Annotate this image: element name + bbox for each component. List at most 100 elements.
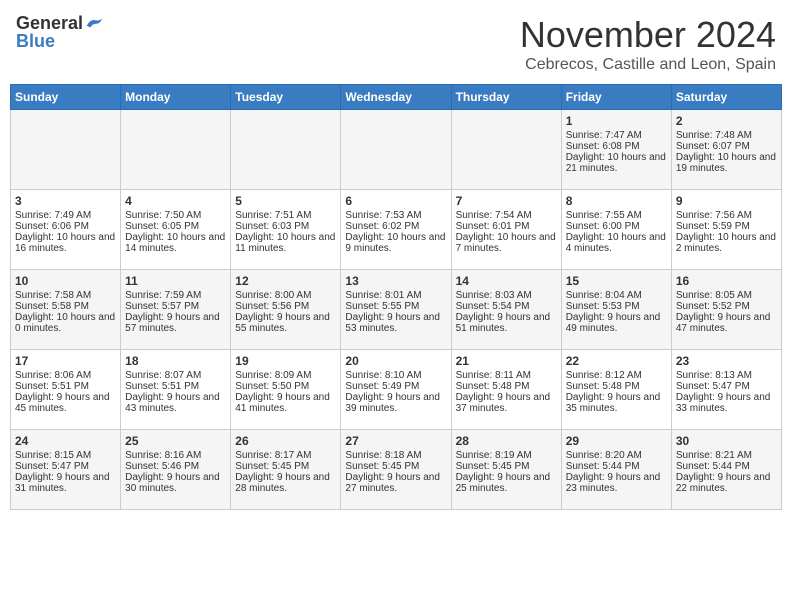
calendar-cell <box>121 110 231 190</box>
day-info: Sunrise: 8:16 AM <box>125 450 226 461</box>
day-info: Sunset: 5:46 PM <box>125 461 226 472</box>
day-number: 16 <box>676 274 777 288</box>
calendar-cell: 24Sunrise: 8:15 AMSunset: 5:47 PMDayligh… <box>11 430 121 510</box>
day-info: Sunset: 6:02 PM <box>345 221 446 232</box>
day-number: 17 <box>15 354 116 368</box>
day-number: 7 <box>456 194 557 208</box>
day-info: Sunrise: 7:53 AM <box>345 210 446 221</box>
title-block: November 2024 Cebrecos, Castille and Leo… <box>520 14 776 74</box>
calendar-cell: 14Sunrise: 8:03 AMSunset: 5:54 PMDayligh… <box>451 270 561 350</box>
calendar-cell: 6 Sunrise: 7:53 AMSunset: 6:02 PMDaylight… <box>341 190 451 270</box>
day-number: 13 <box>345 274 446 288</box>
day-info: Sunset: 5:45 PM <box>456 461 557 472</box>
day-info: Sunrise: 7:58 AM <box>15 290 116 301</box>
day-info: Daylight: 9 hours and 28 minutes. <box>235 472 336 494</box>
calendar-header-row: SundayMondayTuesdayWednesdayThursdayFrid… <box>11 85 782 110</box>
day-info: Daylight: 9 hours and 27 minutes. <box>345 472 446 494</box>
day-info: Sunrise: 7:49 AM <box>15 210 116 221</box>
day-number: 25 <box>125 434 226 448</box>
day-number: 1 <box>566 114 667 128</box>
calendar-cell: 10Sunrise: 7:58 AMSunset: 5:58 PMDayligh… <box>11 270 121 350</box>
calendar-cell <box>451 110 561 190</box>
day-info: Daylight: 10 hours and 14 minutes. <box>125 232 226 254</box>
day-info: Sunset: 6:06 PM <box>15 221 116 232</box>
calendar-cell <box>11 110 121 190</box>
calendar-cell: 28 Sunrise: 8:19 AMSunset: 5:45 PMDayligh… <box>451 430 561 510</box>
page-header: General Blue November 2024 Cebrecos, Cas… <box>10 10 782 78</box>
day-info: Sunrise: 8:18 AM <box>345 450 446 461</box>
day-number: 15 <box>566 274 667 288</box>
day-number: 8 <box>566 194 667 208</box>
day-info: Sunrise: 8:05 AM <box>676 290 777 301</box>
day-info: Sunrise: 7:50 AM <box>125 210 226 221</box>
calendar-cell: 23Sunrise: 8:13 AMSunset: 5:47 PMDayligh… <box>671 350 781 430</box>
calendar-cell: 11Sunrise: 7:59 AMSunset: 5:57 PMDayligh… <box>121 270 231 350</box>
day-info: Daylight: 10 hours and 7 minutes. <box>456 232 557 254</box>
day-info: Daylight: 9 hours and 43 minutes. <box>125 392 226 414</box>
day-info: Sunrise: 8:19 AM <box>456 450 557 461</box>
logo-blue-text: Blue <box>16 32 55 50</box>
day-info: Daylight: 9 hours and 22 minutes. <box>676 472 777 494</box>
day-info: Sunrise: 7:51 AM <box>235 210 336 221</box>
day-info: Sunset: 6:03 PM <box>235 221 336 232</box>
month-title: November 2024 <box>520 14 776 56</box>
day-info: Daylight: 9 hours and 23 minutes. <box>566 472 667 494</box>
day-number: 28 <box>456 434 557 448</box>
calendar-cell: 5Sunrise: 7:51 AMSunset: 6:03 PMDaylight… <box>231 190 341 270</box>
calendar-cell: 26Sunrise: 8:17 AMSunset: 5:45 PMDayligh… <box>231 430 341 510</box>
calendar-week-5: 24Sunrise: 8:15 AMSunset: 5:47 PMDayligh… <box>11 430 782 510</box>
column-header-friday: Friday <box>561 85 671 110</box>
day-number: 6 <box>345 194 446 208</box>
day-info: Sunrise: 8:06 AM <box>15 370 116 381</box>
day-number: 3 <box>15 194 116 208</box>
calendar-cell: 19Sunrise: 8:09 AMSunset: 5:50 PMDayligh… <box>231 350 341 430</box>
day-number: 2 <box>676 114 777 128</box>
day-info: Sunrise: 8:01 AM <box>345 290 446 301</box>
day-info: Daylight: 9 hours and 39 minutes. <box>345 392 446 414</box>
day-info: Daylight: 10 hours and 9 minutes. <box>345 232 446 254</box>
day-info: Daylight: 9 hours and 31 minutes. <box>15 472 116 494</box>
day-info: Sunset: 6:07 PM <box>676 141 777 152</box>
calendar-cell: 27 Sunrise: 8:18 AMSunset: 5:45 PMDayligh… <box>341 430 451 510</box>
day-info: Sunset: 5:47 PM <box>15 461 116 472</box>
day-info: Daylight: 10 hours and 16 minutes. <box>15 232 116 254</box>
day-info: Daylight: 9 hours and 35 minutes. <box>566 392 667 414</box>
calendar-week-2: 3Sunrise: 7:49 AMSunset: 6:06 PMDaylight… <box>11 190 782 270</box>
day-info: Daylight: 10 hours and 0 minutes. <box>15 312 116 334</box>
calendar-cell: 15Sunrise: 8:04 AMSunset: 5:53 PMDayligh… <box>561 270 671 350</box>
day-info: Sunrise: 8:04 AM <box>566 290 667 301</box>
day-info: Daylight: 9 hours and 25 minutes. <box>456 472 557 494</box>
calendar-week-3: 10Sunrise: 7:58 AMSunset: 5:58 PMDayligh… <box>11 270 782 350</box>
day-info: Sunrise: 8:20 AM <box>566 450 667 461</box>
day-info: Sunrise: 8:12 AM <box>566 370 667 381</box>
day-info: Sunset: 6:05 PM <box>125 221 226 232</box>
day-info: Sunset: 5:49 PM <box>345 381 446 392</box>
calendar-cell: 2Sunrise: 7:48 AMSunset: 6:07 PMDaylight… <box>671 110 781 190</box>
column-header-thursday: Thursday <box>451 85 561 110</box>
day-info: Sunset: 5:58 PM <box>15 301 116 312</box>
day-info: Daylight: 9 hours and 41 minutes. <box>235 392 336 414</box>
day-number: 22 <box>566 354 667 368</box>
calendar-cell <box>231 110 341 190</box>
day-number: 27 <box>345 434 446 448</box>
calendar-cell: 22Sunrise: 8:12 AMSunset: 5:48 PMDayligh… <box>561 350 671 430</box>
day-info: Sunset: 5:55 PM <box>345 301 446 312</box>
day-info: Sunrise: 7:56 AM <box>676 210 777 221</box>
calendar-cell: 7Sunrise: 7:54 AMSunset: 6:01 PMDaylight… <box>451 190 561 270</box>
day-info: Sunrise: 8:11 AM <box>456 370 557 381</box>
day-info: Sunset: 5:45 PM <box>345 461 446 472</box>
day-info: Sunrise: 7:47 AM <box>566 130 667 141</box>
day-info: Sunset: 5:51 PM <box>125 381 226 392</box>
location-title: Cebrecos, Castille and Leon, Spain <box>520 56 776 74</box>
day-info: Sunset: 5:45 PM <box>235 461 336 472</box>
day-info: Sunset: 5:56 PM <box>235 301 336 312</box>
day-info: Sunset: 5:48 PM <box>456 381 557 392</box>
day-info: Sunset: 5:54 PM <box>456 301 557 312</box>
day-info: Daylight: 9 hours and 51 minutes. <box>456 312 557 334</box>
calendar-cell: 8Sunrise: 7:55 AMSunset: 6:00 PMDaylight… <box>561 190 671 270</box>
column-header-saturday: Saturday <box>671 85 781 110</box>
day-info: Sunrise: 8:07 AM <box>125 370 226 381</box>
calendar-week-1: 1Sunrise: 7:47 AMSunset: 6:08 PMDaylight… <box>11 110 782 190</box>
calendar-cell: 3 Sunrise: 7:49 AMSunset: 6:06 PMDaylight… <box>11 190 121 270</box>
day-info: Sunset: 5:44 PM <box>566 461 667 472</box>
